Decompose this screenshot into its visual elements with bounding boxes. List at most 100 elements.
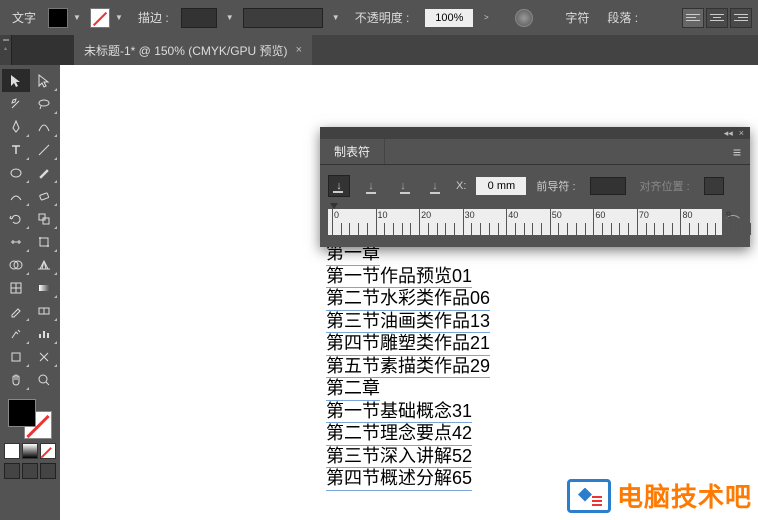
paragraph-link[interactable]: 段落 :	[601, 9, 644, 26]
magic-wand-tool[interactable]	[2, 92, 30, 115]
x-position-label: X:	[456, 180, 466, 192]
gradient-mode-button[interactable]	[22, 443, 38, 459]
ruler-tick	[506, 209, 507, 235]
line-tool[interactable]	[30, 138, 58, 161]
selection-tool[interactable]	[2, 69, 30, 92]
perspective-grid-tool[interactable]	[30, 253, 58, 276]
opacity-input[interactable]: 100%	[425, 9, 473, 27]
fill-swatch[interactable]	[48, 8, 68, 28]
character-link[interactable]: 字符	[559, 9, 595, 26]
fill-dropdown-icon[interactable]: ▼	[70, 8, 84, 28]
shape-builder-tool[interactable]	[2, 253, 30, 276]
recolor-icon[interactable]	[515, 9, 533, 27]
watermark-logo-icon	[567, 479, 611, 513]
ruler-minor-tick	[445, 223, 446, 235]
decimal-tab-button[interactable]: ↓	[424, 175, 446, 197]
ruler-tick-label: 50	[552, 210, 562, 220]
tab-ruler[interactable]: ⌒ 010203040506070809	[328, 209, 742, 235]
panel-close-icon[interactable]: ×	[739, 128, 744, 138]
direct-selection-tool[interactable]	[30, 69, 58, 92]
eraser-tool[interactable]	[30, 184, 58, 207]
ruler-tick-label: 40	[508, 210, 518, 220]
panel-collapse-icon[interactable]: ◂◂	[724, 128, 733, 139]
slice-tool[interactable]	[30, 345, 58, 368]
text-line[interactable]: 第四节雕塑类作品21	[326, 333, 490, 356]
align-right-button[interactable]	[730, 8, 752, 28]
left-tab-button[interactable]: ↓	[328, 175, 350, 197]
text-line[interactable]: 第四节概述分解65	[326, 468, 472, 491]
close-tab-icon[interactable]: ×	[296, 44, 302, 56]
stroke-dropdown-icon[interactable]: ▼	[112, 8, 126, 28]
scale-tool[interactable]	[30, 207, 58, 230]
x-position-input[interactable]: 0 mm	[476, 177, 526, 195]
ruler-tick-label: 20	[421, 210, 431, 220]
stroke-weight-input[interactable]	[181, 8, 217, 28]
watermark: 电脑技术吧	[567, 477, 752, 514]
eyedropper-tool[interactable]	[2, 299, 30, 322]
artboard-tool[interactable]	[2, 345, 30, 368]
free-transform-tool[interactable]	[30, 230, 58, 253]
stroke-swatch[interactable]	[90, 8, 110, 28]
fill-swatch-group[interactable]: ▼	[48, 8, 84, 28]
leader-input[interactable]	[590, 177, 626, 195]
panel-tab-tabs[interactable]: 制表符	[320, 139, 385, 164]
text-line[interactable]: 第三节油画类作品13	[326, 311, 490, 334]
align-center-button[interactable]	[706, 8, 728, 28]
fill-color-box[interactable]	[8, 399, 36, 427]
column-graph-tool[interactable]	[30, 322, 58, 345]
hand-tool[interactable]	[2, 368, 30, 391]
width-tool[interactable]	[2, 230, 30, 253]
draw-behind-button[interactable]	[22, 463, 38, 479]
blend-tool[interactable]	[30, 299, 58, 322]
ruler-tick	[419, 209, 420, 235]
align-left-button[interactable]	[682, 8, 704, 28]
lasso-tool[interactable]	[30, 92, 58, 115]
fill-stroke-indicator[interactable]	[6, 397, 54, 441]
ruler-minor-tick	[341, 223, 342, 235]
panel-menu-icon[interactable]: ≡	[724, 139, 750, 164]
stroke-swatch-group[interactable]: ▼	[90, 8, 126, 28]
color-mode-button[interactable]	[4, 443, 20, 459]
mesh-tool[interactable]	[2, 276, 30, 299]
ruler-tick-label: 60	[595, 210, 605, 220]
pen-tool[interactable]	[2, 115, 30, 138]
leader-label: 前导符 :	[536, 178, 575, 194]
stroke-weight-dd-icon[interactable]: ▼	[223, 8, 237, 28]
ruler-tick-label: 0	[334, 210, 339, 220]
ruler-minor-tick	[489, 223, 490, 235]
ruler-minor-tick	[393, 223, 394, 235]
type-tool[interactable]	[2, 138, 30, 161]
ruler-tick-label: 9	[726, 210, 731, 220]
ruler-minor-tick	[567, 223, 568, 235]
align-on-input[interactable]	[704, 177, 724, 195]
symbol-sprayer-tool[interactable]	[2, 322, 30, 345]
shaper-tool[interactable]	[2, 184, 30, 207]
draw-normal-button[interactable]	[4, 463, 20, 479]
text-line[interactable]: 第二节水彩类作品06	[326, 288, 490, 311]
text-line[interactable]: 第一节作品预览01	[326, 266, 472, 289]
curvature-tool[interactable]	[30, 115, 58, 138]
text-line[interactable]: 第一节基础概念31	[326, 401, 472, 424]
document-tab[interactable]: 未标题-1* @ 150% (CMYK/GPU 预览) ×	[74, 35, 312, 65]
text-line[interactable]: 第五节素描类作品29	[326, 356, 490, 379]
paintbrush-tool[interactable]	[30, 161, 58, 184]
none-mode-button[interactable]	[40, 443, 56, 459]
ruler-minor-tick	[750, 223, 751, 235]
rotate-tool[interactable]	[2, 207, 30, 230]
draw-inside-button[interactable]	[40, 463, 56, 479]
text-line[interactable]: 第二章	[326, 378, 380, 401]
gradient-tool[interactable]	[30, 276, 58, 299]
ruler-minor-tick	[619, 223, 620, 235]
right-tab-button[interactable]: ↓	[392, 175, 414, 197]
panel-title-bar[interactable]: ◂◂ ×	[320, 127, 750, 139]
text-line[interactable]: 第二节理念要点42	[326, 423, 472, 446]
center-tab-button[interactable]: ↓	[360, 175, 382, 197]
ellipse-tool[interactable]	[2, 161, 30, 184]
ruler-minor-tick	[558, 223, 559, 235]
brush-definition-dd-icon[interactable]: ▼	[329, 8, 343, 28]
brush-definition-input[interactable]	[243, 8, 323, 28]
text-line[interactable]: 第三节深入讲解52	[326, 446, 472, 469]
zoom-tool[interactable]	[30, 368, 58, 391]
opacity-dd-icon[interactable]: >	[479, 8, 493, 28]
text-frame[interactable]: 第一章第一节作品预览01第二节水彩类作品06第三节油画类作品13第四节雕塑类作品…	[326, 243, 490, 491]
